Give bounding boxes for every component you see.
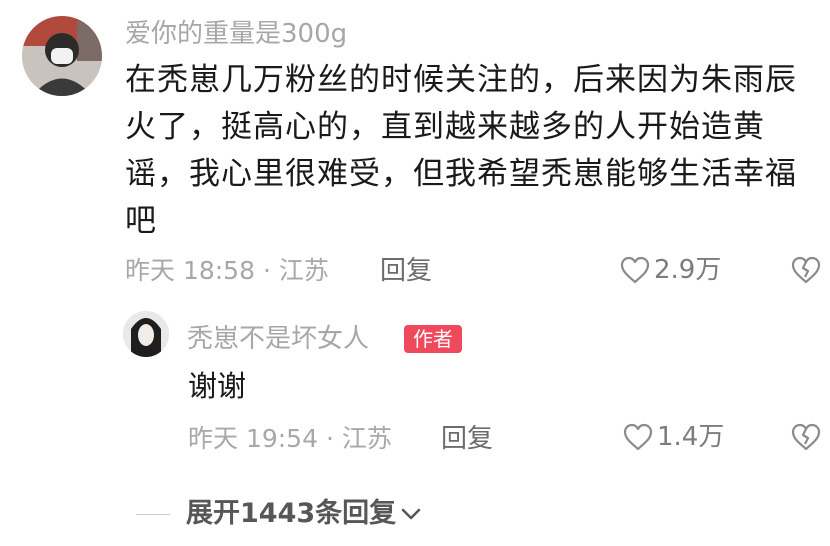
commenter-avatar[interactable] [22, 16, 102, 96]
broken-heart-icon [791, 423, 821, 451]
chevron-down-icon [401, 508, 421, 520]
reply-like-button[interactable]: 1.4万 [623, 422, 724, 452]
reply-author-username[interactable]: 秃崽不是坏女人 [187, 323, 369, 355]
reply-like-count: 1.4万 [657, 422, 725, 452]
heart-icon [620, 256, 650, 284]
dislike-button[interactable] [791, 256, 821, 288]
reply-author-avatar[interactable] [123, 311, 169, 357]
commenter-username[interactable]: 爱你的重量是300g [125, 18, 347, 50]
comment-text: 在秃崽几万粉丝的时候关注的，后来因为朱雨辰火了，挺高心的，直到越来越多的人开始造… [125, 62, 797, 239]
reply-button[interactable]: 回复 [380, 256, 432, 286]
reply-text: 谢谢 [188, 369, 247, 403]
reply-reply-button[interactable]: 回复 [441, 424, 493, 454]
expand-replies-label: 展开1443条回复 [186, 498, 397, 529]
broken-heart-icon [791, 256, 821, 284]
reply-dislike-button[interactable] [791, 423, 821, 455]
author-badge: 作者 [404, 325, 462, 353]
expand-replies-button[interactable]: 展开1443条回复 [186, 498, 422, 530]
like-button[interactable]: 2.9万 [620, 255, 721, 285]
reply-meta: 昨天 19:54 · 江苏 [188, 424, 392, 453]
heart-icon [623, 423, 653, 451]
expand-divider [136, 514, 170, 515]
comment-meta: 昨天 18:58 · 江苏 [125, 256, 329, 285]
like-count: 2.9万 [654, 255, 722, 285]
